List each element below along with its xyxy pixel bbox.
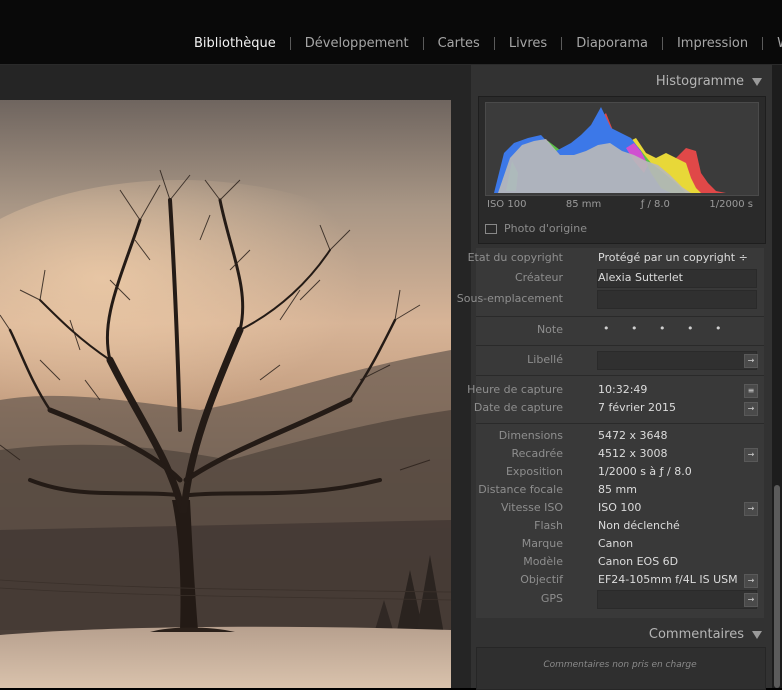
model-value: Canon EOS 6D xyxy=(598,555,679,568)
meta-row-exposure: Exposition 1/2000 s à ƒ / 8.0 xyxy=(476,463,764,481)
arrow-right-icon[interactable]: → xyxy=(744,354,758,368)
comments-panel-header[interactable]: Commentaires xyxy=(471,620,770,648)
make-value: Canon xyxy=(598,537,634,550)
meta-row-label: Libellé → xyxy=(476,351,764,370)
original-photo-label: Photo d'origine xyxy=(504,222,587,235)
module-picker-bar: Bibliothèque Développement Cartes Livres… xyxy=(0,0,782,65)
divider xyxy=(476,316,764,317)
arrow-right-icon[interactable]: → xyxy=(744,574,758,588)
meta-label: Sous-emplacement xyxy=(456,292,563,305)
module-library[interactable]: Bibliothèque xyxy=(186,37,290,50)
list-icon[interactable]: ≡ xyxy=(744,384,758,398)
meta-row-sublocation: Sous-emplacement xyxy=(457,290,764,309)
histogram-shutter: 1/2000 s xyxy=(709,199,753,210)
meta-label: Créateur xyxy=(514,271,563,284)
meta-label: Exposition xyxy=(505,465,563,478)
gps-field[interactable] xyxy=(597,590,757,609)
module-develop[interactable]: Développement xyxy=(289,36,423,50)
comments-title: Commentaires xyxy=(648,627,744,642)
meta-row-model: Modèle Canon EOS 6D xyxy=(476,553,764,571)
rating-stars[interactable]: • • • • • xyxy=(603,322,730,335)
module-list: Bibliothèque Développement Cartes Livres… xyxy=(186,34,782,52)
meta-label: Distance focale xyxy=(478,483,563,496)
capture-date-value: 7 février 2015 xyxy=(598,401,677,414)
flash-value: Non déclenché xyxy=(598,519,680,532)
original-photo-toggle[interactable]: Photo d'origine xyxy=(485,222,587,235)
triangle-down-icon[interactable] xyxy=(752,631,762,639)
exposure-value: 1/2000 s à ƒ / 8.0 xyxy=(598,465,692,478)
triangle-down-icon[interactable] xyxy=(752,78,762,86)
module-slideshow[interactable]: Diaporama xyxy=(561,36,662,50)
meta-row-capture-time: Heure de capture 10:32:49 ≡ xyxy=(467,381,764,399)
meta-label: Modèle xyxy=(523,555,563,568)
meta-label: Heure de capture xyxy=(467,383,563,396)
histogram-graph[interactable] xyxy=(485,102,759,196)
capture-time-value: 10:32:49 xyxy=(598,383,648,396)
cropped-value: 4512 x 3008 xyxy=(598,447,668,460)
focal-length-value: 85 mm xyxy=(598,483,637,496)
sublocation-field[interactable] xyxy=(597,290,757,309)
histogram-aperture: ƒ / 8.0 xyxy=(640,199,670,210)
lens-value: EF24-105mm f/4L IS USM xyxy=(598,573,738,586)
meta-label: Date de capture xyxy=(473,401,563,414)
meta-label: Note xyxy=(536,323,563,336)
iso-value: ISO 100 xyxy=(598,501,642,514)
arrow-right-icon[interactable]: → xyxy=(744,593,758,607)
meta-label: Objectif xyxy=(520,573,563,586)
comments-message: Commentaires non pris en charge xyxy=(543,660,697,670)
photo-preview[interactable] xyxy=(0,100,451,688)
meta-row-make: Marque Canon xyxy=(476,535,764,553)
meta-row-lens: Objectif EF24-105mm f/4L IS USM → xyxy=(476,571,764,589)
meta-row-creator: Créateur Alexia Sutterlet xyxy=(476,269,764,288)
meta-row-focal-length: Distance focale 85 mm xyxy=(476,481,764,499)
arrow-right-icon[interactable]: → xyxy=(744,448,758,462)
module-map[interactable]: Cartes xyxy=(422,36,494,50)
meta-row-copyright-status: Etat du copyright Protégé par un copyrig… xyxy=(468,249,764,267)
histogram-focal: 85 mm xyxy=(565,199,602,210)
module-web[interactable]: Web xyxy=(762,36,782,50)
meta-row-iso: Vitesse ISO ISO 100 → xyxy=(476,499,764,517)
meta-label: Recadrée xyxy=(511,447,563,460)
module-book[interactable]: Livres xyxy=(493,36,561,50)
label-field[interactable] xyxy=(597,351,757,370)
meta-label: Etat du copyright xyxy=(467,251,563,264)
meta-row-capture-date: Date de capture 7 février 2015 → xyxy=(473,399,764,417)
histogram-title: Histogramme xyxy=(655,74,744,89)
divider xyxy=(476,423,764,424)
meta-label: Dimensions xyxy=(498,429,563,442)
meta-label: Libellé xyxy=(527,353,563,366)
photo-image xyxy=(0,100,451,688)
meta-row-cropped: Recadrée 4512 x 3008 → xyxy=(476,445,764,463)
meta-row-gps: GPS → xyxy=(476,590,764,609)
copyright-status-select[interactable]: Protégé par un copyright ÷ xyxy=(598,251,748,264)
meta-label: GPS xyxy=(540,592,563,605)
meta-row-dimensions: Dimensions 5472 x 3648 xyxy=(476,427,764,445)
arrow-right-icon[interactable]: → xyxy=(744,502,758,516)
panel-scrollbar-thumb[interactable] xyxy=(774,485,780,688)
module-print[interactable]: Impression xyxy=(661,36,762,50)
histogram-chart xyxy=(494,107,726,193)
histogram-iso: ISO 100 xyxy=(487,199,527,210)
meta-label: Flash xyxy=(534,519,563,532)
meta-label: Marque xyxy=(521,537,563,550)
dimensions-value: 5472 x 3648 xyxy=(598,429,668,442)
checkbox-icon[interactable] xyxy=(485,223,497,234)
meta-label: Vitesse ISO xyxy=(500,501,563,514)
divider xyxy=(476,375,764,376)
arrow-right-icon[interactable]: → xyxy=(744,402,758,416)
creator-value: Alexia Sutterlet xyxy=(598,271,683,284)
meta-row-flash: Flash Non déclenché xyxy=(476,517,764,535)
divider xyxy=(476,345,764,346)
histogram-panel-header[interactable]: Histogramme xyxy=(471,67,770,95)
histogram-exif-readout: ISO 100 85 mm ƒ / 8.0 1/2000 s xyxy=(487,199,753,210)
